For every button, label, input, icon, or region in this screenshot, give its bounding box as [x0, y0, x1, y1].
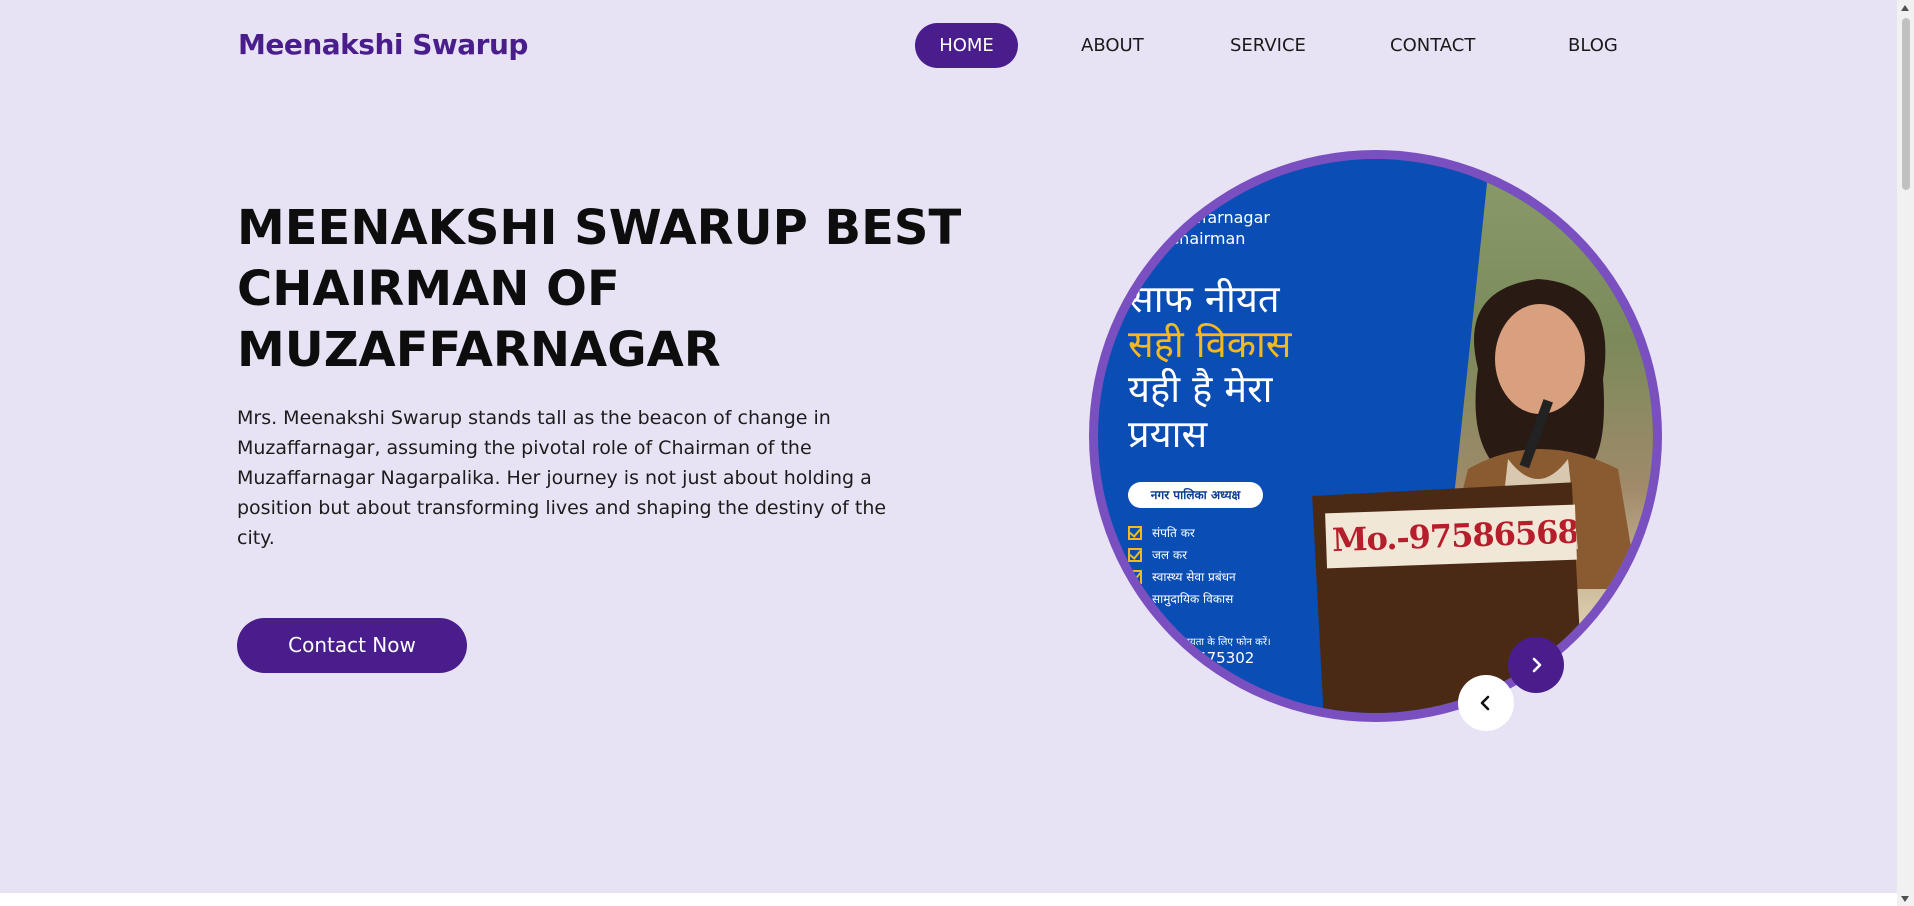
hero-description: Mrs. Meenakshi Swarup stands tall as the… — [237, 407, 887, 549]
slogan-line-3: यही है मेरा — [1128, 367, 1273, 411]
hero-title-line-3: MUZAFFARNAGAR — [237, 322, 721, 378]
poster-list-item: स्वास्थ्य सेवा प्रबंधन — [1128, 566, 1236, 588]
contact-now-button[interactable]: Contact Now — [237, 618, 467, 673]
poster-header-line-2: Chairman — [1168, 229, 1246, 248]
poster-header-line-1: uzaffarnagar — [1168, 208, 1270, 227]
scroll-up-arrow-icon[interactable] — [1901, 5, 1909, 11]
slogan-line-4: प्रयास — [1128, 412, 1208, 456]
poster-list-item: संपति कर — [1128, 522, 1236, 544]
nav-service[interactable]: SERVICE — [1230, 23, 1306, 68]
slogan-line-2: सही विकास — [1128, 322, 1292, 366]
hero-image: Mo.-9758656869 uzaffarnagar Chairman साफ… — [1098, 159, 1653, 713]
hero-title-line-2: CHAIRMAN OF — [237, 261, 620, 317]
poster-list: संपति कर जल कर स्वास्थ्य सेवा प्रबंधन सा… — [1128, 522, 1236, 610]
check-icon — [1128, 526, 1142, 540]
hero-title-line-1: MEENAKSHI SWARUP BEST — [237, 200, 962, 256]
podium-phone: Mo.-9758656869 — [1325, 504, 1577, 569]
poster-help-text: र सहायता के लिए फोन करें। — [1168, 637, 1271, 648]
poster-phone: 97475302 — [1178, 649, 1255, 667]
page-footer-edge — [0, 893, 1897, 906]
poster-pill: नगर पालिका अध्यक्ष — [1128, 482, 1263, 508]
chevron-right-icon — [1532, 657, 1542, 673]
hero-image-frame: Mo.-9758656869 uzaffarnagar Chairman साफ… — [1089, 150, 1662, 722]
page: Meenakshi Swarup HOME ABOUT SERVICE CONT… — [0, 0, 1897, 893]
slider-prev-button[interactable] — [1458, 675, 1514, 731]
poster-list-item: जल कर — [1128, 544, 1236, 566]
scroll-down-arrow-icon[interactable] — [1901, 896, 1909, 902]
hero-title: MEENAKSHI SWARUP BEST CHAIRMAN OF MUZAFF… — [237, 198, 962, 381]
check-icon — [1128, 570, 1142, 584]
nav-home[interactable]: HOME — [915, 23, 1018, 68]
poster-list-label: जल कर — [1152, 548, 1187, 562]
nav-about[interactable]: ABOUT — [1081, 23, 1144, 68]
poster-list-label: सामुदायिक विकास — [1152, 592, 1234, 606]
brand-logo[interactable]: Meenakshi Swarup — [238, 28, 528, 61]
slogan-line-1: साफ नीयत — [1128, 277, 1280, 321]
nav-contact[interactable]: CONTACT — [1390, 23, 1475, 68]
poster-list-label: स्वास्थ्य सेवा प्रबंधन — [1152, 570, 1236, 584]
scroll-thumb[interactable] — [1902, 18, 1910, 190]
poster-header: uzaffarnagar Chairman — [1168, 207, 1270, 249]
poster-list-item: सामुदायिक विकास — [1128, 588, 1236, 610]
vertical-scrollbar[interactable] — [1897, 0, 1914, 906]
check-icon — [1128, 548, 1142, 562]
poster-list-label: संपति कर — [1152, 526, 1195, 540]
nav-blog[interactable]: BLOG — [1568, 23, 1618, 68]
slider-next-button[interactable] — [1508, 637, 1564, 693]
chevron-left-icon — [1480, 695, 1490, 711]
check-icon — [1128, 592, 1142, 606]
poster-slogan: साफ नीयत सही विकास यही है मेरा प्रयास — [1128, 277, 1291, 457]
